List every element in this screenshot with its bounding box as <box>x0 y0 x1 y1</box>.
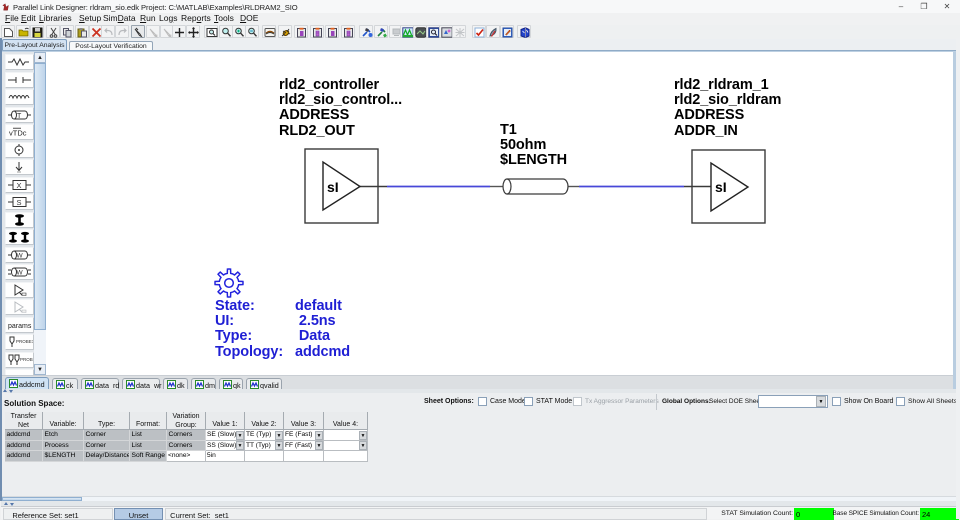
svg-text:S: S <box>17 198 22 207</box>
svg-text:vTDc: vTDc <box>9 129 27 138</box>
svg-text:PROBE2: PROBE2 <box>20 357 33 362</box>
svg-text:params: params <box>8 323 32 330</box>
svg-text:PROBE1: PROBE1 <box>16 339 33 344</box>
svg-text:X: X <box>17 181 22 190</box>
svg-text:T: T <box>17 113 22 120</box>
svg-text:sI: sI <box>715 179 727 195</box>
svg-text:W: W <box>17 252 24 259</box>
svg-text:sI: sI <box>327 179 339 195</box>
svg-text:W: W <box>17 270 24 277</box>
